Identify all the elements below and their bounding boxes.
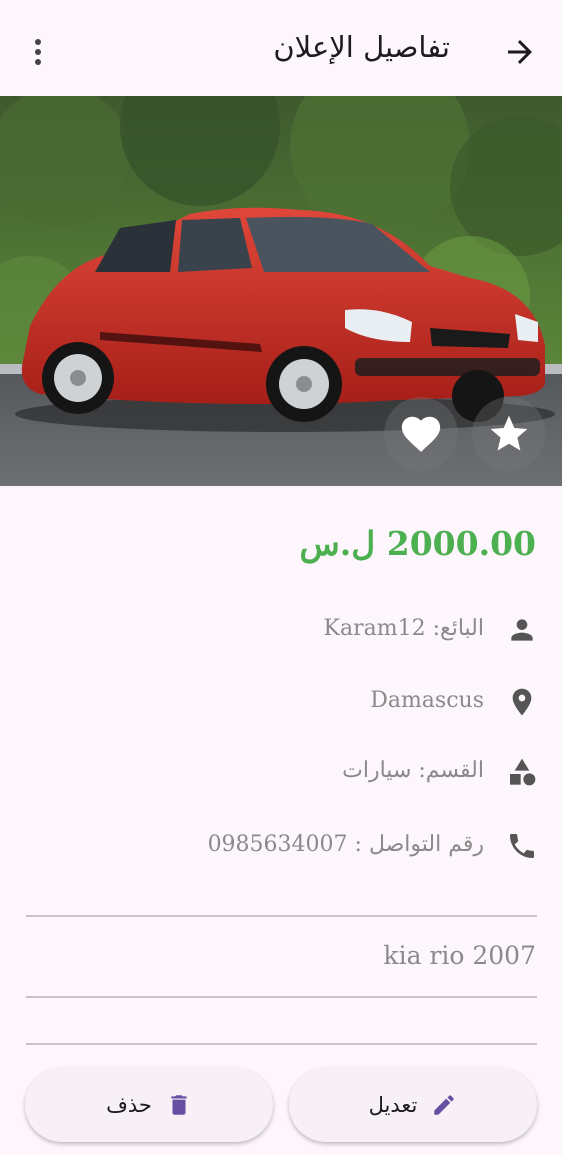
location-row: Damascus xyxy=(18,682,538,722)
seller-row: البائع: Karam12 xyxy=(18,610,538,650)
category-icon xyxy=(510,758,536,786)
description: kia rio 2007 xyxy=(383,941,536,970)
edit-button[interactable]: تعديل xyxy=(289,1068,537,1142)
phone-icon xyxy=(510,834,534,858)
pencil-icon xyxy=(434,1095,455,1115)
arrow-forward-icon xyxy=(508,40,532,64)
location-text: Damascus xyxy=(370,688,484,713)
divider xyxy=(26,1043,537,1045)
person-icon xyxy=(511,619,533,641)
contact-row: رقم التواصل : 0985634007 xyxy=(18,826,538,866)
location-pin-icon xyxy=(512,688,532,716)
back-button[interactable] xyxy=(502,34,538,70)
trash-icon xyxy=(171,1095,187,1115)
star-button[interactable] xyxy=(472,397,546,471)
more-vert-icon xyxy=(35,39,41,65)
delete-button[interactable]: حذف xyxy=(25,1068,273,1142)
more-options-button[interactable] xyxy=(26,36,50,68)
edit-button-label: تعديل xyxy=(368,1093,418,1117)
page-title: تفاصيل الإعلان xyxy=(273,30,450,64)
divider xyxy=(26,996,537,998)
app-bar: تفاصيل الإعلان xyxy=(0,0,562,96)
category-row: القسم: سيارات xyxy=(18,752,538,792)
favorite-button[interactable] xyxy=(384,397,458,471)
seller-text: البائع: Karam12 xyxy=(323,616,484,641)
price: 2000.00 ل.س xyxy=(299,524,536,563)
category-text: القسم: سيارات xyxy=(342,758,484,783)
delete-button-label: حذف xyxy=(106,1093,152,1117)
star-icon xyxy=(490,415,528,451)
divider xyxy=(26,915,537,917)
heart-icon xyxy=(401,416,441,452)
contact-text: رقم التواصل : 0985634007 xyxy=(207,832,484,857)
